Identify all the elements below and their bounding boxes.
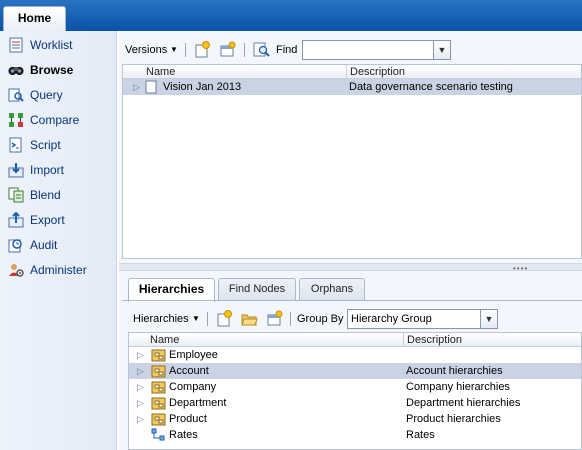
versions-table: Name Description ▷ Vision Jan 2013 Data … [122,64,582,259]
version-description: Data governance scenario testing [349,81,513,93]
worklist-icon [8,37,24,53]
expand-icon[interactable]: ▷ [137,411,144,427]
import-icon [8,162,24,178]
sidebar-item-worklist[interactable]: Worklist [8,35,113,55]
column-header-description[interactable]: Description [404,333,581,347]
sidebar-item-label: Blend [30,188,61,202]
table-row[interactable]: Rates Rates [129,427,581,443]
blend-icon [8,187,24,203]
compare-icon [8,112,24,128]
sidebar-item-label: Export [30,213,65,227]
sidebar-item-script[interactable]: Script [8,135,113,155]
versions-menu[interactable]: Versions [125,44,167,56]
version-icon [145,79,157,95]
query-icon [8,87,24,103]
export-icon [8,212,24,228]
hierarchy-name: Company [169,381,217,393]
hierarchies-table: Name Description ▷ Employee ▷ Account Ac… [128,332,582,450]
tree-nodes-icon [151,428,166,447]
table-row[interactable]: ▷ Product Product hierarchies [129,411,581,427]
home-tab[interactable]: Home [3,6,66,31]
sidebar-item-label: Audit [30,238,58,252]
hierarchies-menu[interactable]: Hierarchies [133,313,189,325]
toolbar-separator [244,43,245,57]
sidebar-item-export[interactable]: Export [8,210,113,230]
table-row[interactable]: ▷ Company Company hierarchies [129,379,581,395]
sidebar-item-label: Import [30,163,65,177]
sidebar-item-import[interactable]: Import [8,160,113,180]
hierarchy-name: Rates [169,429,198,441]
hierarchies-menu-arrow-icon[interactable]: ▼ [192,314,200,323]
toolbar-separator [185,43,186,57]
expand-icon[interactable]: ▷ [137,379,144,395]
table-row[interactable]: ▷ Employee [129,347,581,363]
sidebar-item-label: Administer [30,263,87,277]
audit-icon [8,237,24,253]
browse-icon [8,62,24,78]
find-icon[interactable] [253,41,270,58]
expand-icon[interactable]: ▷ [133,79,140,95]
sidebar-item-label: Compare [30,113,80,127]
sidebar-item-label: Script [30,138,61,152]
sidebar-item-administer[interactable]: Administer [8,260,113,280]
hierarchy-name: Product [169,413,207,425]
hierarchy-description: Rates [406,429,435,441]
sidebar-item-label: Worklist [30,38,73,52]
sidebar-item-query[interactable]: Query [8,85,113,105]
sidebar-item-compare[interactable]: Compare [8,110,113,130]
group-by-chevron-icon[interactable]: ▼ [481,309,498,329]
new-hierarchy-icon[interactable] [216,310,233,327]
table-header-blank [129,333,147,347]
new-version-icon[interactable] [194,41,211,58]
table-header-blank [123,65,143,79]
group-by-label: Group By [297,313,344,325]
sidebar: Worklist Browse Query Compare Script Imp… [0,31,117,450]
version-name: Vision Jan 2013 [163,81,242,93]
open-hierarchy-icon[interactable] [241,310,258,327]
column-header-name[interactable]: Name [143,65,347,79]
find-label: Find [276,44,298,56]
table-row[interactable]: ▷ Vision Jan 2013 Data governance scenar… [123,79,581,95]
tab-strip-border [122,300,582,301]
hierarchy-name: Department [169,397,227,409]
expand-icon[interactable]: ▷ [137,395,144,411]
hierarchy-description: Company hierarchies [406,381,510,393]
sidebar-item-audit[interactable]: Audit [8,235,113,255]
hierarchy-description: Department hierarchies [406,397,521,409]
sidebar-item-label: Browse [30,63,74,77]
tab-orphans[interactable]: Orphans [299,278,365,300]
hierarchy-description: Product hierarchies [406,413,501,425]
hierarchy-description: Account hierarchies [406,365,503,377]
sidebar-item-blend[interactable]: Blend [8,185,113,205]
sidebar-item-browse[interactable]: Browse [8,60,113,80]
hierarchy-properties-icon[interactable] [266,310,283,327]
top-bar: Home [0,0,582,31]
group-by-select[interactable]: Hierarchy Group [347,309,481,329]
column-header-description[interactable]: Description [347,65,581,79]
hierarchy-name: Employee [169,349,218,361]
administer-icon [8,262,24,278]
column-header-name[interactable]: Name [147,333,404,347]
version-properties-icon[interactable] [219,41,236,58]
expand-icon[interactable]: ▷ [137,347,144,363]
sidebar-item-label: Query [30,88,63,102]
table-row[interactable]: ▷ Department Department hierarchies [129,395,581,411]
toolbar-separator [290,312,291,326]
tab-find-nodes[interactable]: Find Nodes [218,278,296,300]
hierarchy-name: Account [169,365,209,377]
toolbar-separator [207,312,208,326]
find-input[interactable] [302,40,434,60]
versions-menu-arrow-icon[interactable]: ▼ [170,45,178,54]
tab-hierarchies[interactable]: Hierarchies [128,278,215,302]
script-icon [8,137,24,153]
expand-icon[interactable]: ▷ [137,363,144,379]
find-dropdown-chevron-icon[interactable]: ▼ [434,40,451,60]
table-row[interactable]: ▷ Account Account hierarchies [129,363,581,379]
